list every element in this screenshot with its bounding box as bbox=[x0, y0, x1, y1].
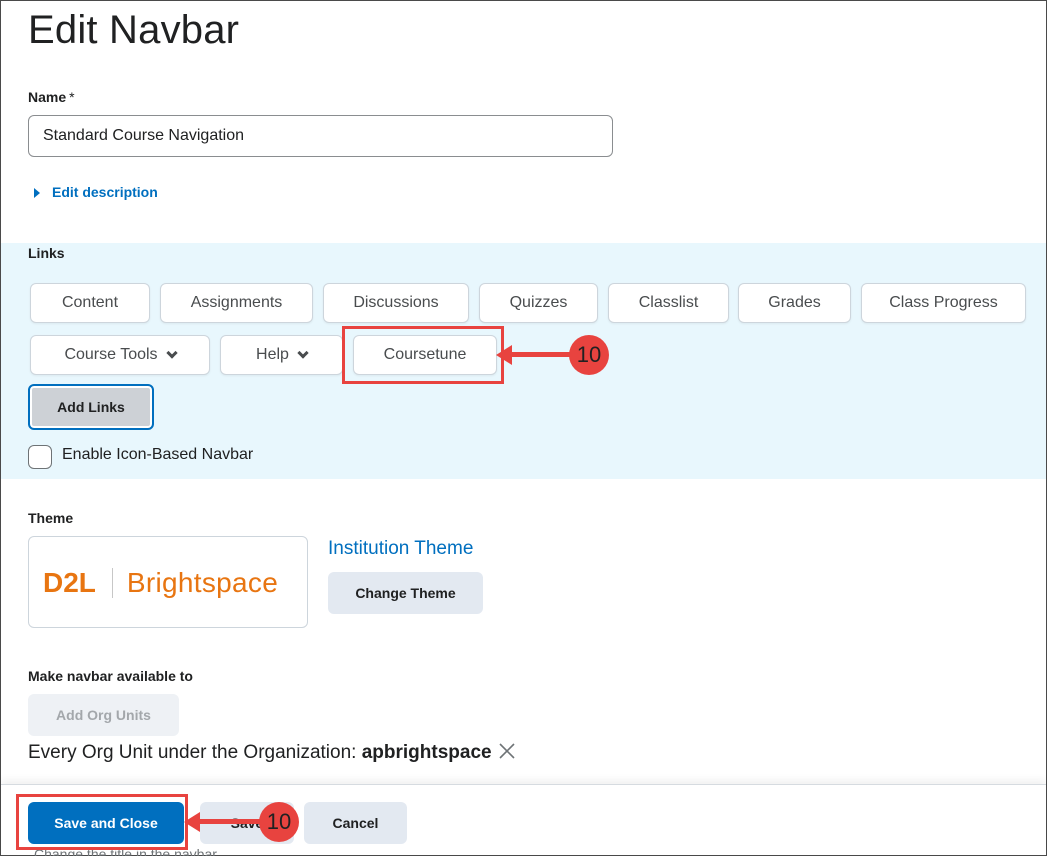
org-unit-entry: Every Org Unit under the Organization: a… bbox=[28, 742, 492, 764]
highlight-box-save-and-close bbox=[16, 794, 188, 850]
annotation-callout-bottom: 10 bbox=[259, 802, 299, 842]
link-chip-classlist[interactable]: Classlist bbox=[608, 283, 729, 323]
required-mark: * bbox=[69, 89, 75, 105]
change-theme-button[interactable]: Change Theme bbox=[328, 572, 483, 614]
annotation-arrow-line bbox=[198, 819, 264, 824]
expand-triangle-icon bbox=[34, 188, 40, 198]
add-links-button[interactable]: Add Links bbox=[28, 384, 154, 430]
brightspace-logo: D2L Brightspace bbox=[43, 567, 278, 599]
link-chip-class-progress[interactable]: Class Progress bbox=[861, 283, 1026, 323]
edit-description-toggle[interactable]: Edit description bbox=[34, 184, 158, 200]
theme-label: Theme bbox=[28, 510, 74, 526]
highlight-box-coursetune bbox=[342, 326, 504, 384]
annotation-arrow-line bbox=[510, 352, 572, 357]
link-chip-grades[interactable]: Grades bbox=[738, 283, 851, 323]
add-org-units-button[interactable]: Add Org Units bbox=[28, 694, 179, 736]
link-chip-content[interactable]: Content bbox=[30, 283, 150, 323]
name-label-text: Name bbox=[28, 89, 67, 105]
link-chip-course-tools-label: Course Tools bbox=[64, 346, 158, 363]
remove-org-unit-icon[interactable] bbox=[498, 742, 516, 760]
logo-text: Brightspace bbox=[126, 567, 279, 598]
theme-preview-card: D2L Brightspace bbox=[28, 536, 308, 628]
chevron-down-icon bbox=[297, 346, 309, 359]
current-theme-link[interactable]: Institution Theme bbox=[328, 538, 473, 560]
annotation-callout-top: 10 bbox=[569, 335, 609, 375]
org-unit-name: apbrightspace bbox=[361, 742, 492, 763]
link-chip-quizzes[interactable]: Quizzes bbox=[479, 283, 598, 323]
icon-navbar-checkbox-label: Enable Icon-Based Navbar bbox=[62, 446, 254, 463]
edit-description-label: Edit description bbox=[52, 184, 158, 200]
availability-label: Make navbar available to bbox=[28, 668, 193, 684]
chevron-down-icon bbox=[165, 346, 178, 359]
link-chip-course-tools[interactable]: Course Tools bbox=[30, 335, 210, 375]
link-chip-discussions[interactable]: Discussions bbox=[323, 283, 469, 323]
logo-divider bbox=[111, 568, 113, 598]
name-input[interactable] bbox=[28, 115, 613, 157]
page-title: Edit Navbar bbox=[28, 8, 240, 52]
link-chip-assignments[interactable]: Assignments bbox=[160, 283, 313, 323]
name-label: Name * bbox=[28, 89, 75, 105]
link-chip-help-label: Help bbox=[256, 346, 289, 363]
link-chip-help[interactable]: Help bbox=[220, 335, 343, 375]
cancel-button[interactable]: Cancel bbox=[304, 802, 407, 844]
org-unit-prefix: Every Org Unit under the Organization: bbox=[28, 742, 357, 763]
links-label: Links bbox=[28, 245, 65, 261]
logo-mark: D2L bbox=[43, 567, 96, 598]
icon-navbar-checkbox[interactable] bbox=[28, 445, 52, 469]
